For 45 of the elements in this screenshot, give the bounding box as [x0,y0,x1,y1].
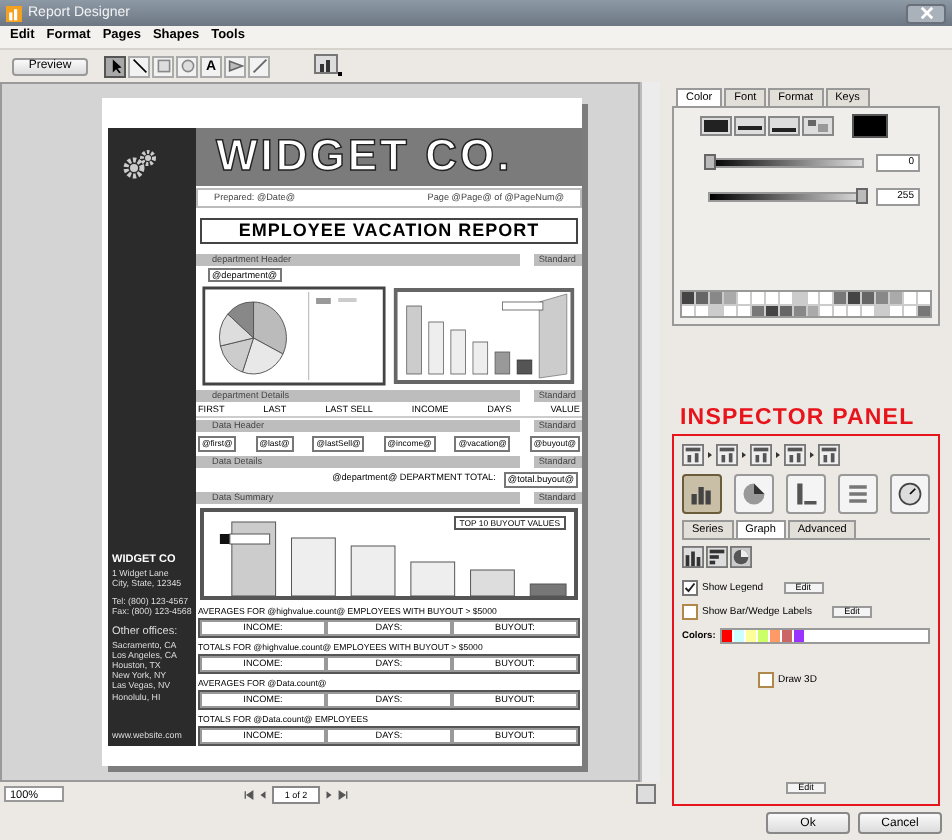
color-swatch[interactable] [769,630,780,642]
close-button[interactable] [906,3,946,23]
gradient-style-icon[interactable] [768,116,800,136]
color-swatch[interactable] [852,114,888,138]
report-title: EMPLOYEE VACATION REPORT [200,217,578,244]
first-page-icon[interactable] [244,789,254,799]
chart-tool-icon[interactable] [314,54,342,78]
bar-style-icon[interactable] [682,546,704,568]
last-page-icon[interactable] [338,789,348,799]
checkbox[interactable] [758,672,774,688]
chart-part-icon[interactable] [750,444,772,466]
gears-icon [120,148,160,180]
line-tool-button[interactable] [128,55,150,77]
color-palette[interactable] [680,290,932,318]
pointer-tool-button[interactable] [104,55,126,77]
slider[interactable] [708,192,864,202]
scrollbar[interactable] [640,82,660,782]
chart-part-icon[interactable] [818,444,840,466]
logo-text: WIDGET CO. [216,130,513,183]
app-icon [6,5,22,21]
pen-tool-button[interactable] [248,55,270,77]
gradient-style-icon[interactable] [700,116,732,136]
gradient-style-icon[interactable] [734,116,766,136]
color-swatch[interactable] [733,630,744,642]
color-swatch[interactable] [745,630,756,642]
slider-thumb[interactable] [704,154,716,170]
ellipse-tool-button[interactable] [176,55,198,77]
slider[interactable] [708,158,864,168]
chart-part-icon[interactable] [682,444,704,466]
pattern-icon[interactable] [802,116,834,136]
checkbox[interactable] [682,604,698,620]
checkbox[interactable] [682,580,698,596]
chart-part-icon[interactable] [716,444,738,466]
pie-style-icon[interactable] [730,546,752,568]
color-swatch[interactable] [721,630,732,642]
color-swatch[interactable] [757,630,768,642]
image-tool-button[interactable] [224,55,246,77]
horizontal-bar-icon[interactable] [706,546,728,568]
color-swatch[interactable] [793,630,804,642]
color-swatch[interactable] [781,630,792,642]
slider-thumb[interactable] [856,188,868,204]
annotation-label: INSPECTOR PANEL [680,406,917,430]
chart-part-icon[interactable] [784,444,806,466]
next-page-icon[interactable] [324,789,334,799]
previous-page-icon[interactable] [258,789,268,799]
